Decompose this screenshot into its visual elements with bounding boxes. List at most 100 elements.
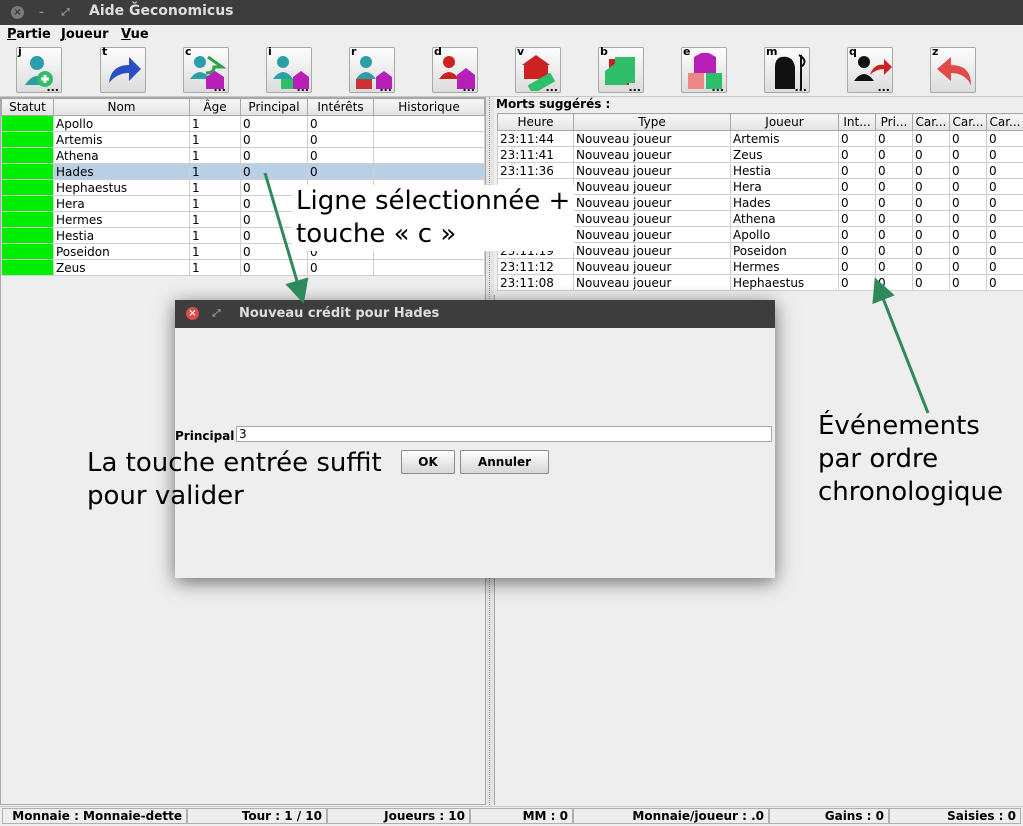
- player-row[interactable]: Athena100: [2, 148, 485, 164]
- event-row[interactable]: Nouveau joueurHades00000: [498, 195, 1023, 211]
- more-indicator: ...: [46, 81, 59, 94]
- column-header[interactable]: Type: [574, 114, 731, 131]
- column-header[interactable]: Principal: [241, 99, 308, 116]
- event-cell: 0: [876, 211, 913, 227]
- status-indicator: [2, 196, 54, 212]
- more-indicator: ...: [877, 81, 890, 94]
- event-row[interactable]: Nouveau joueurHera00000: [498, 179, 1023, 195]
- event-row[interactable]: Nouveau joueurApollo00000: [498, 227, 1023, 243]
- cell-historique: [374, 116, 485, 132]
- player-row[interactable]: Artemis100: [2, 132, 485, 148]
- column-header[interactable]: Heure: [498, 114, 574, 131]
- event-cell: Poseidon: [731, 243, 839, 259]
- toolbar-button-t[interactable]: t: [100, 47, 146, 93]
- event-cell: Nouveau joueur: [574, 163, 731, 179]
- next-turn-arrow-icon: [105, 53, 145, 91]
- event-cell: 0: [839, 275, 876, 291]
- event-cell: 0: [987, 163, 1023, 179]
- annotation-enter: La touche entrée suffit pour valider: [87, 447, 382, 513]
- cell-historique: [374, 164, 485, 180]
- cancel-button[interactable]: Annuler: [460, 450, 549, 474]
- menu-partie[interactable]: Partie: [7, 27, 51, 42]
- status-indicator: [2, 212, 54, 228]
- column-header[interactable]: Car...: [913, 114, 950, 131]
- window-close-button[interactable]: ×: [11, 6, 24, 19]
- event-cell: Artemis: [731, 131, 839, 147]
- event-cell: 0: [876, 259, 913, 275]
- status-indicator: [2, 148, 54, 164]
- player-row[interactable]: Apollo100: [2, 116, 485, 132]
- event-cell: Hestia: [731, 163, 839, 179]
- event-cell: 0: [950, 211, 987, 227]
- event-row[interactable]: 23:11:12Nouveau joueurHermes00000: [498, 259, 1023, 275]
- event-cell: 23:11:44: [498, 131, 574, 147]
- cell-interets: 0: [308, 116, 374, 132]
- toolbar-button-q[interactable]: q...: [847, 47, 893, 93]
- toolbar-button-v[interactable]: v...: [515, 47, 561, 93]
- event-row[interactable]: 23:11:41Nouveau joueurZeus00000: [498, 147, 1023, 163]
- toolbar-button-r[interactable]: r...: [349, 47, 395, 93]
- cell-historique: [374, 148, 485, 164]
- principal-label: Principal: [175, 429, 234, 443]
- cell-age: 1: [190, 180, 241, 196]
- column-header[interactable]: Âge: [190, 99, 241, 116]
- event-cell: 0: [987, 259, 1023, 275]
- column-header[interactable]: Historique: [374, 99, 485, 116]
- event-cell: 0: [876, 195, 913, 211]
- toolbar-button-e[interactable]: e...: [681, 47, 727, 93]
- player-row[interactable]: Hades100: [2, 164, 485, 180]
- event-cell: 0: [987, 195, 1023, 211]
- event-cell: 0: [839, 147, 876, 163]
- event-cell: 23:11:08: [498, 275, 574, 291]
- player-row[interactable]: Zeus100: [2, 260, 485, 276]
- toolbar-button-j[interactable]: j...: [16, 47, 62, 93]
- toolbar-button-d[interactable]: d...: [432, 47, 478, 93]
- window-restore-button[interactable]: ⤢: [59, 6, 72, 19]
- cell-age: 1: [190, 116, 241, 132]
- toolbar-button-b[interactable]: b...: [598, 47, 644, 93]
- event-cell: Hera: [731, 179, 839, 195]
- column-header[interactable]: Nom: [54, 99, 190, 116]
- status-indicator: [2, 132, 54, 148]
- toolbar-button-m[interactable]: m...: [764, 47, 810, 93]
- event-row[interactable]: 23:11:44Nouveau joueurArtemis00000: [498, 131, 1023, 147]
- menu-joueur[interactable]: Joueur: [61, 27, 109, 42]
- dialog-close-button[interactable]: ×: [186, 307, 199, 320]
- ok-button[interactable]: OK: [401, 450, 455, 474]
- column-header[interactable]: Intérêts: [308, 99, 374, 116]
- toolbar-button-z[interactable]: z: [930, 47, 976, 93]
- event-row[interactable]: 23:11:08Nouveau joueurHephaestus00000: [498, 275, 1023, 291]
- toolbar: j... t c... i... r... d... v... b... e... m... q..…: [0, 44, 1023, 97]
- column-header[interactable]: Int...: [839, 114, 876, 131]
- event-cell: 0: [839, 179, 876, 195]
- event-row[interactable]: 23:11:36Nouveau joueurHestia00000: [498, 163, 1023, 179]
- menu-vue[interactable]: Vue: [121, 27, 149, 42]
- status-joueurs: Joueurs : 10: [327, 808, 470, 824]
- column-header[interactable]: Car...: [950, 114, 987, 131]
- dialog-restore-button[interactable]: ⤢: [210, 307, 223, 320]
- principal-input[interactable]: [236, 426, 772, 442]
- column-header[interactable]: Statut: [2, 99, 54, 116]
- event-cell: 0: [839, 211, 876, 227]
- event-cell: Nouveau joueur: [574, 131, 731, 147]
- cell-principal: 0: [241, 164, 308, 180]
- cell-age: 1: [190, 164, 241, 180]
- window-minimize-button[interactable]: –: [35, 6, 48, 19]
- event-cell: 0: [839, 243, 876, 259]
- event-cell: 0: [876, 179, 913, 195]
- status-bar: Monnaie : Monnaie-dette Tour : 1 / 10 Jo…: [0, 806, 1023, 826]
- event-row[interactable]: Nouveau joueurAthena00000: [498, 211, 1023, 227]
- dialog-titlebar: × ⤢ Nouveau crédit pour Hades: [175, 300, 775, 328]
- event-cell: 0: [950, 243, 987, 259]
- column-header[interactable]: Pri...: [876, 114, 913, 131]
- event-row[interactable]: 23:11:19Nouveau joueurPoseidon00000: [498, 243, 1023, 259]
- status-indicator: [2, 116, 54, 132]
- more-indicator: ...: [794, 81, 807, 94]
- event-cell: Nouveau joueur: [574, 147, 731, 163]
- toolbar-button-c[interactable]: c...: [183, 47, 229, 93]
- more-indicator: ...: [545, 81, 558, 94]
- column-header[interactable]: Car...: [987, 114, 1023, 131]
- column-header[interactable]: Joueur: [731, 114, 839, 131]
- toolbar-button-i[interactable]: i...: [266, 47, 312, 93]
- cell-age: 1: [190, 132, 241, 148]
